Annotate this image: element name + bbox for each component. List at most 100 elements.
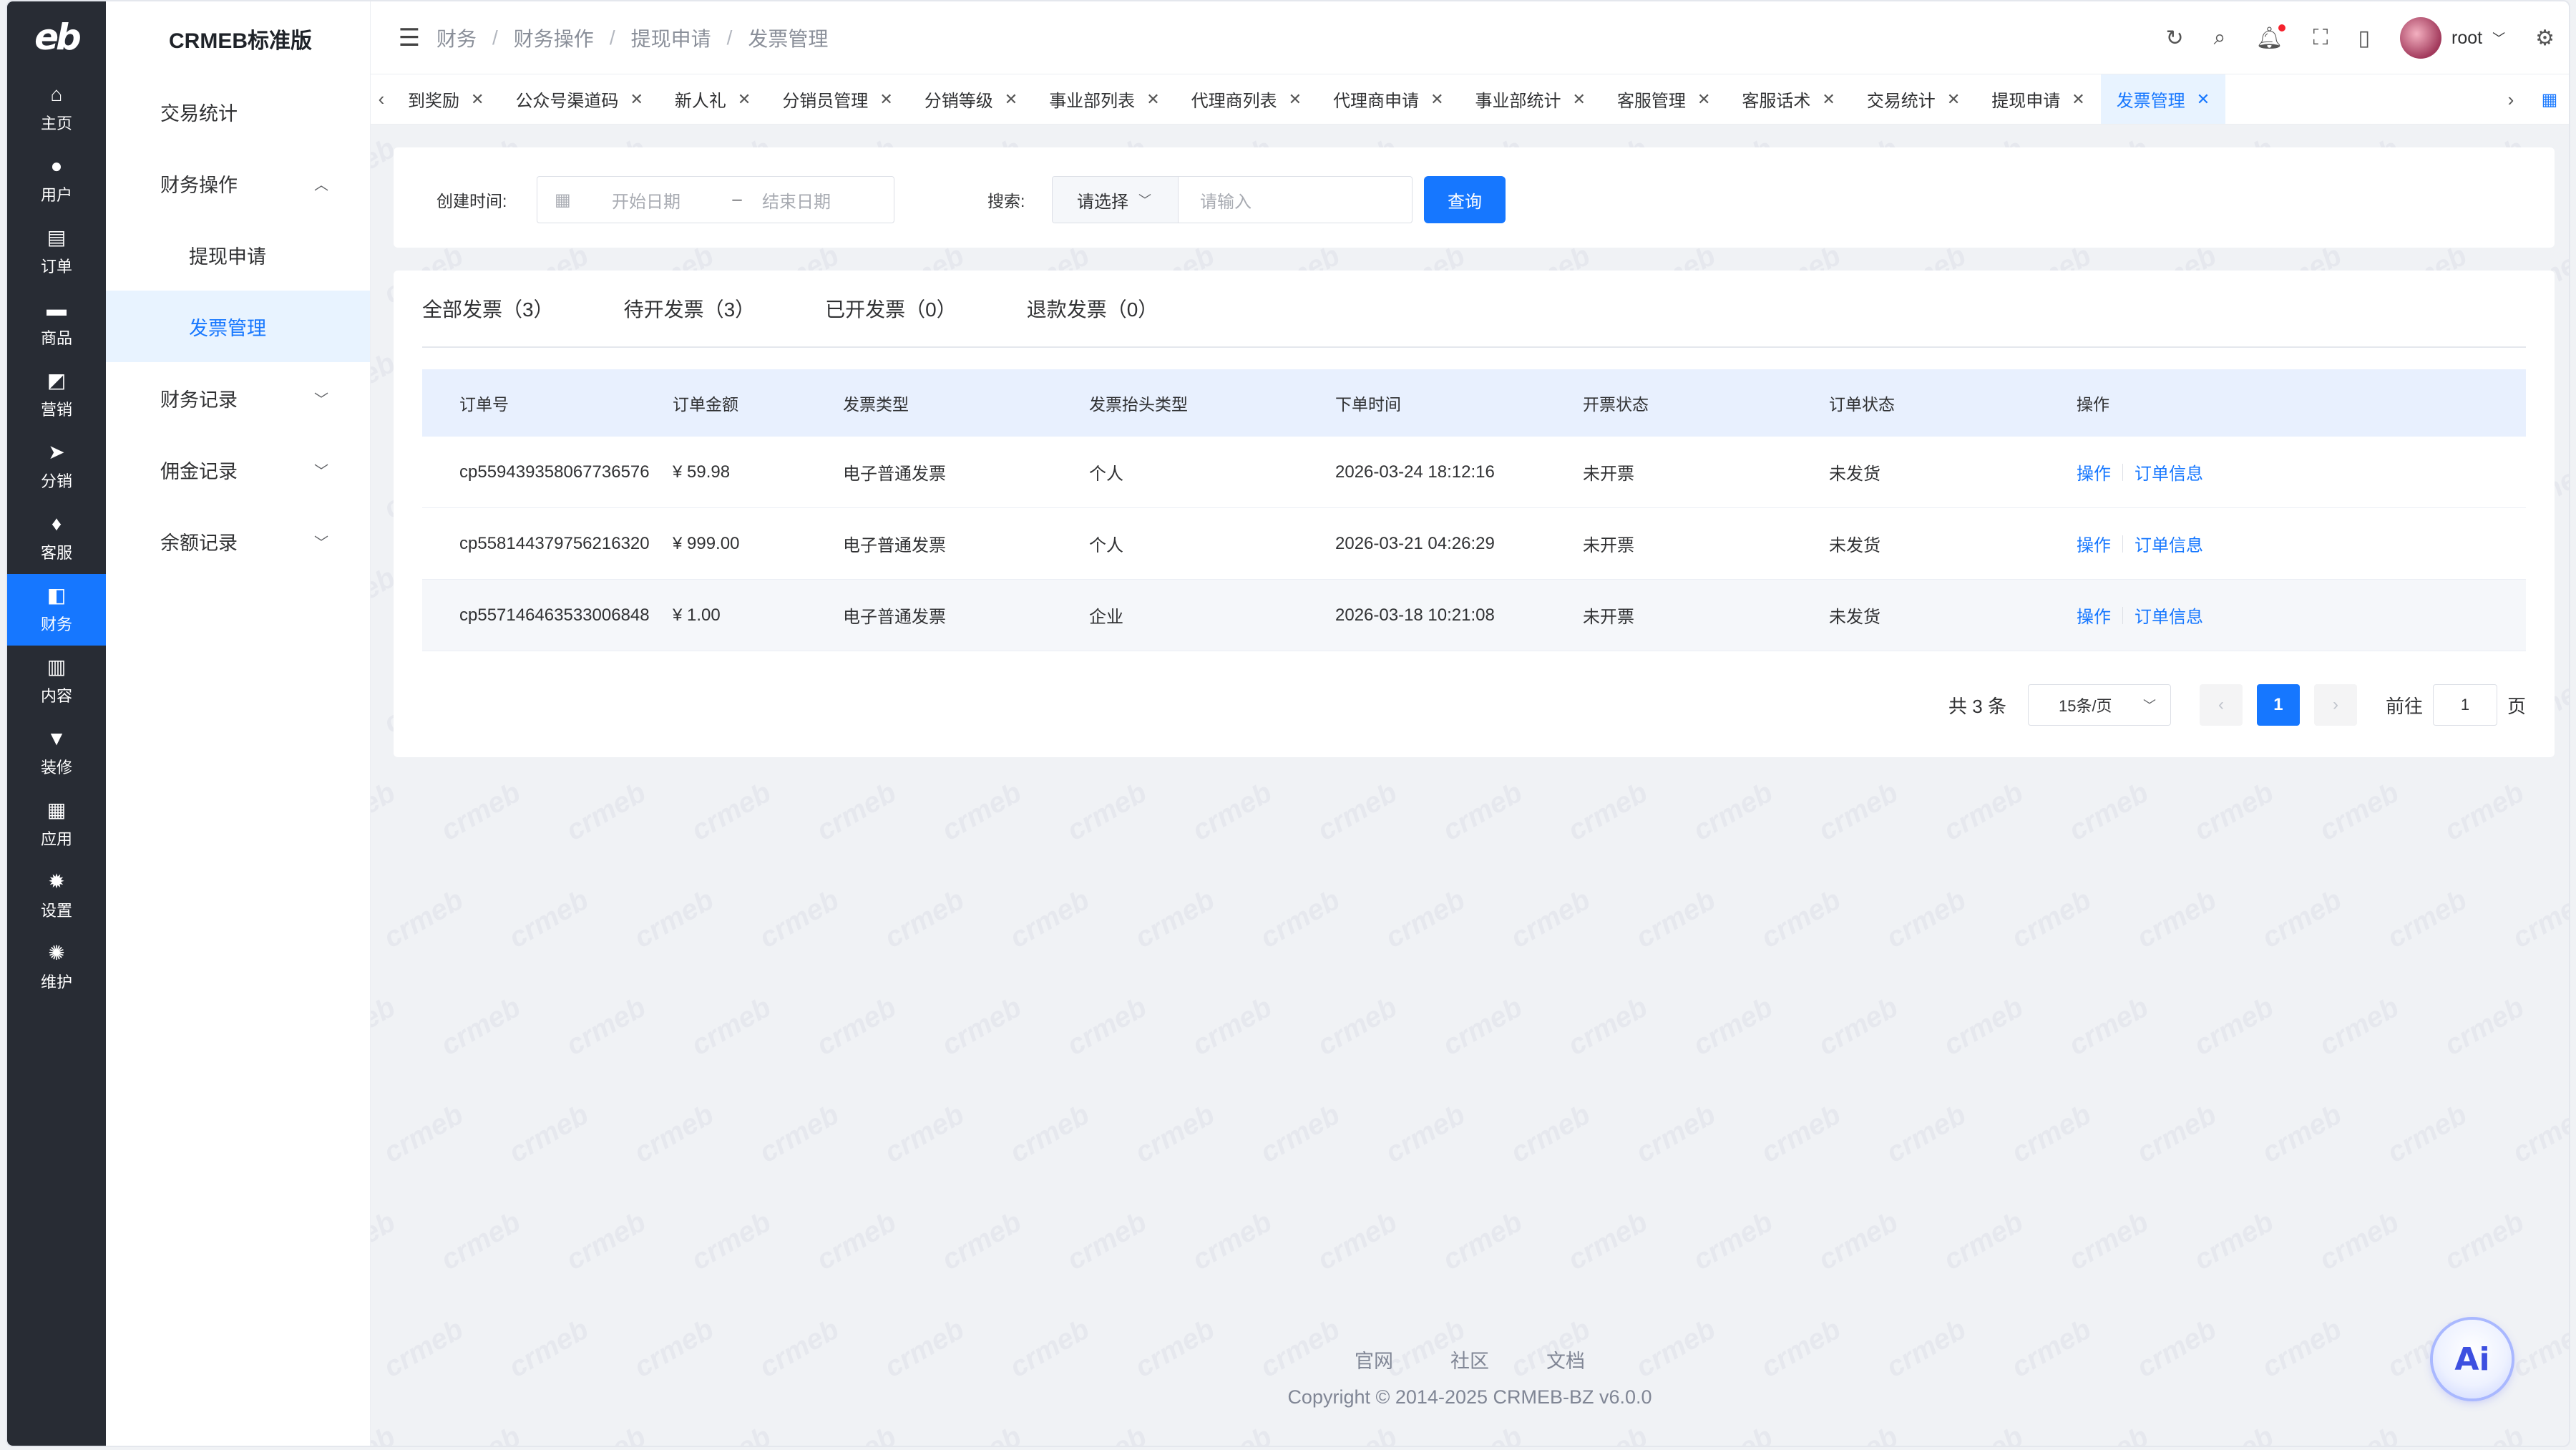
rail-item-6[interactable]: ♦ 客服 [7,502,106,574]
close-icon[interactable]: ✕ [879,90,892,109]
tag-item[interactable]: 事业部列表 ✕ [1033,74,1175,124]
rail-item-7[interactable]: ◧ 财务 [7,574,106,646]
close-icon[interactable]: ✕ [1947,90,1960,109]
close-icon[interactable]: ✕ [1146,90,1159,109]
rail-item-5[interactable]: ➤ 分销 [7,431,106,502]
close-icon[interactable]: ✕ [630,90,643,109]
tag-item[interactable]: 代理商列表 ✕ [1176,74,1317,124]
rail-item-2[interactable]: ▤ 订单 [7,216,106,288]
rail-item-8[interactable]: ▥ 内容 [7,646,106,717]
date-range-picker[interactable]: ▦ 开始日期 – 结束日期 [537,176,894,223]
tag-item[interactable]: 分销等级 ✕ [909,74,1033,124]
rail-item-0[interactable]: ⌂ 主页 [7,73,106,145]
tag-item[interactable]: 客服管理 ✕ [1601,74,1726,124]
operate-link[interactable]: 操作 [2077,603,2111,628]
tag-label: 客服话术 [1742,92,1811,111]
tags-scroll-left-icon[interactable]: ‹ [371,88,392,110]
rail-item-1[interactable]: ● 用户 [7,145,106,216]
tag-item[interactable]: 交易统计 ✕ [1851,74,1976,124]
tag-item[interactable]: 发票管理 ✕ [2100,74,2226,124]
next-page-button[interactable]: › [2313,684,2357,726]
tag-item[interactable]: 事业部统计 ✕ [1460,74,1601,124]
close-icon[interactable]: ✕ [1430,90,1443,109]
rail-item-11[interactable]: ✹ 设置 [7,860,106,932]
watermark-text: crmeb [686,1205,776,1277]
rail-item-12[interactable]: ✺ 维护 [7,932,106,1003]
rail-item-3[interactable]: ▬ 商品 [7,288,106,359]
close-icon[interactable]: ✕ [471,90,484,109]
tags-scroll-right-icon[interactable]: › [2492,89,2530,111]
tag-item[interactable]: 公众号渠道码 ✕ [499,74,658,124]
query-button[interactable]: 查询 [1424,176,1506,223]
submenu-item-label: 财务记录 [160,389,238,411]
submenu-item-1[interactable]: 财务操作 ︿ [106,147,370,219]
tag-item[interactable]: 到奖励 ✕ [392,74,499,124]
tag-item[interactable]: 代理商申请 ✕ [1317,74,1459,124]
tab-2[interactable]: 已开发票（0） [825,294,957,323]
breadcrumb-item[interactable]: 发票管理 [748,24,828,52]
prev-page-button[interactable]: ‹ [2199,684,2243,726]
breadcrumb-item[interactable]: 提现申请 [631,24,711,52]
gear-icon[interactable]: ⚙ [2535,26,2555,51]
close-icon[interactable]: ✕ [2197,90,2210,109]
footer-link[interactable]: 文档 [1546,1346,1585,1373]
tag-item[interactable]: 新人礼 ✕ [659,74,766,124]
tag-item[interactable]: 提现申请 ✕ [1976,74,2100,124]
search-icon[interactable]: ⌕ [2214,26,2226,50]
close-icon[interactable]: ✕ [1573,90,1586,109]
search-label: 搜索: [987,192,1025,210]
breadcrumb-item[interactable]: 财务操作 [514,24,594,52]
tags-menu-icon[interactable]: ▦ [2530,89,2569,110]
refresh-icon[interactable]: ↻ [2165,26,2183,51]
tag-item[interactable]: 客服话术 ✕ [1726,74,1850,124]
close-icon[interactable]: ✕ [738,90,751,109]
close-icon[interactable]: ✕ [1289,90,1302,109]
breadcrumb-separator: / [726,26,733,49]
rail-item-9[interactable]: ▼ 装修 [7,717,106,789]
close-icon[interactable]: ✕ [1005,90,1018,109]
rail-item-4[interactable]: ◩ 营销 [7,359,106,431]
rail-item-10[interactable]: ▦ 应用 [7,789,106,860]
current-page-button[interactable]: 1 [2256,684,2300,726]
goto-page-input[interactable]: 1 [2432,684,2497,726]
operate-link[interactable]: 操作 [2077,531,2111,556]
app-logo[interactable]: eb [7,1,106,73]
tag-item[interactable]: 分销员管理 ✕ [766,74,908,124]
search-input[interactable]: 请输入 [1179,177,1412,223]
tab-3[interactable]: 退款发票（0） [1027,294,1158,323]
ai-assistant-button[interactable]: Ai [2433,1320,2512,1398]
fullscreen-icon[interactable]: ⛶ [2313,26,2328,50]
order-info-link[interactable]: 订单信息 [2135,603,2203,628]
close-icon[interactable]: ✕ [1697,90,1710,109]
search-field-select[interactable]: 请选择 ﹀ [1053,177,1179,223]
watermark-text: crmeb [1437,1205,1528,1277]
start-date-input[interactable]: 开始日期 [612,188,719,213]
page-size-select[interactable]: 15条/页 ﹀ [2027,684,2171,726]
footer-link[interactable]: 官网 [1355,1346,1393,1373]
tag-label: 代理商申请 [1333,92,1420,111]
submenu-item-0[interactable]: 交易统计 [106,76,370,147]
footer-link[interactable]: 社区 [1450,1346,1489,1373]
end-date-input[interactable]: 结束日期 [762,188,831,213]
chevron-up-icon: ︿ [314,177,328,193]
user-menu[interactable]: root ﹀ [2400,17,2505,59]
submenu-item-3[interactable]: 发票管理 [106,291,370,362]
breadcrumb-item[interactable]: 财务 [436,24,477,52]
submenu-item-6[interactable]: 余额记录 ﹀ [106,505,370,577]
submenu-item-2[interactable]: 提现申请 [106,219,370,291]
menu-toggle-icon[interactable]: ☰ [371,24,428,52]
goto-label: 前往 [2385,695,2423,717]
notification-icon[interactable]: 🔔︎ [2255,24,2286,51]
cell-header-type: 个人 [1089,536,1123,555]
submenu-item-4[interactable]: 财务记录 ﹀ [106,362,370,434]
tab-1[interactable]: 待开发票（3） [624,294,756,323]
operate-link[interactable]: 操作 [2077,459,2111,485]
watermark-text: crmeb [686,776,776,847]
order-info-link[interactable]: 订单信息 [2135,531,2203,556]
tab-0[interactable]: 全部发票（3） [422,294,554,323]
close-icon[interactable]: ✕ [1822,90,1835,109]
order-info-link[interactable]: 订单信息 [2135,459,2203,485]
close-icon[interactable]: ✕ [2072,90,2084,109]
submenu-item-5[interactable]: 佣金记录 ﹀ [106,434,370,505]
mobile-preview-icon[interactable]: ▯ [2358,26,2370,51]
